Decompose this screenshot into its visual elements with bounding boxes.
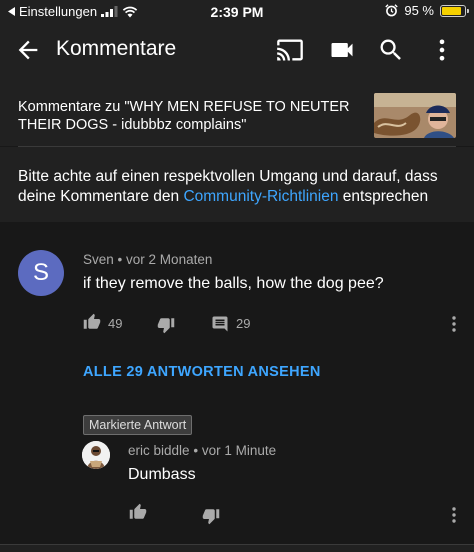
battery-fill [442,6,461,15]
comment-meta: Sven • vor 2 Monaten [83,252,212,267]
comment-time: vor 2 Monaten [126,252,213,267]
reply-count: 29 [236,316,251,331]
more-vert-icon[interactable] [428,36,456,64]
thumbs-up-icon[interactable] [129,503,147,521]
avatar[interactable] [82,441,110,469]
thumbs-down-icon[interactable] [157,316,175,334]
avatar[interactable]: S [18,250,64,296]
app-bar: Kommentare [0,24,474,78]
battery-nub [467,8,469,13]
battery-icon [440,4,469,17]
guidelines-text: Bitte achte auf einen respektvollen Umga… [18,167,458,207]
status-bar: Einstellungen 2:39 PM 95 % [0,0,474,24]
highlighted-reply-badge: Markierte Antwort [83,415,193,435]
thumbs-down-icon[interactable] [202,507,220,525]
comment-menu-icon[interactable] [452,316,456,332]
reply-menu-icon[interactable] [452,507,456,523]
meta-separator: • [193,443,199,458]
view-replies-button[interactable]: ALLE 29 ANTWORTEN ANSEHEN [83,364,321,380]
like-count: 49 [108,316,123,331]
cast-icon[interactable] [276,36,304,64]
battery-percent: 95 % [404,3,434,18]
status-right: 95 % [385,3,469,18]
page-title: Kommentare [56,37,177,60]
reply-time: vor 1 Minute [201,443,277,458]
back-arrow-icon[interactable] [14,36,42,64]
reply-comment-icon[interactable] [211,315,229,333]
comment-text: if they remove the balls, how the dog pe… [83,275,384,292]
reply-author[interactable]: eric biddle [128,443,190,458]
guidelines-text-after: entsprechen [338,188,429,205]
reply-meta: eric biddle • vor 1 Minute [128,443,276,458]
alarm-icon [385,4,399,17]
thumbnail-image [374,93,456,138]
search-icon[interactable] [377,36,405,64]
community-guidelines-link[interactable]: Community-Richtlinien [183,188,338,205]
video-title[interactable]: Kommentare zu "WHY MEN REFUSE TO NEUTER … [18,98,358,134]
thumbs-up-icon[interactable] [83,313,101,331]
comment-author[interactable]: Sven [83,252,114,267]
guidelines-notice: Bitte achte auf einen respektvollen Umga… [0,147,474,222]
avatar-image [82,441,110,469]
video-thumbnail[interactable] [374,93,456,138]
meta-separator: • [117,252,123,267]
reply-text: Dumbass [128,466,196,483]
camera-icon[interactable] [328,36,356,64]
